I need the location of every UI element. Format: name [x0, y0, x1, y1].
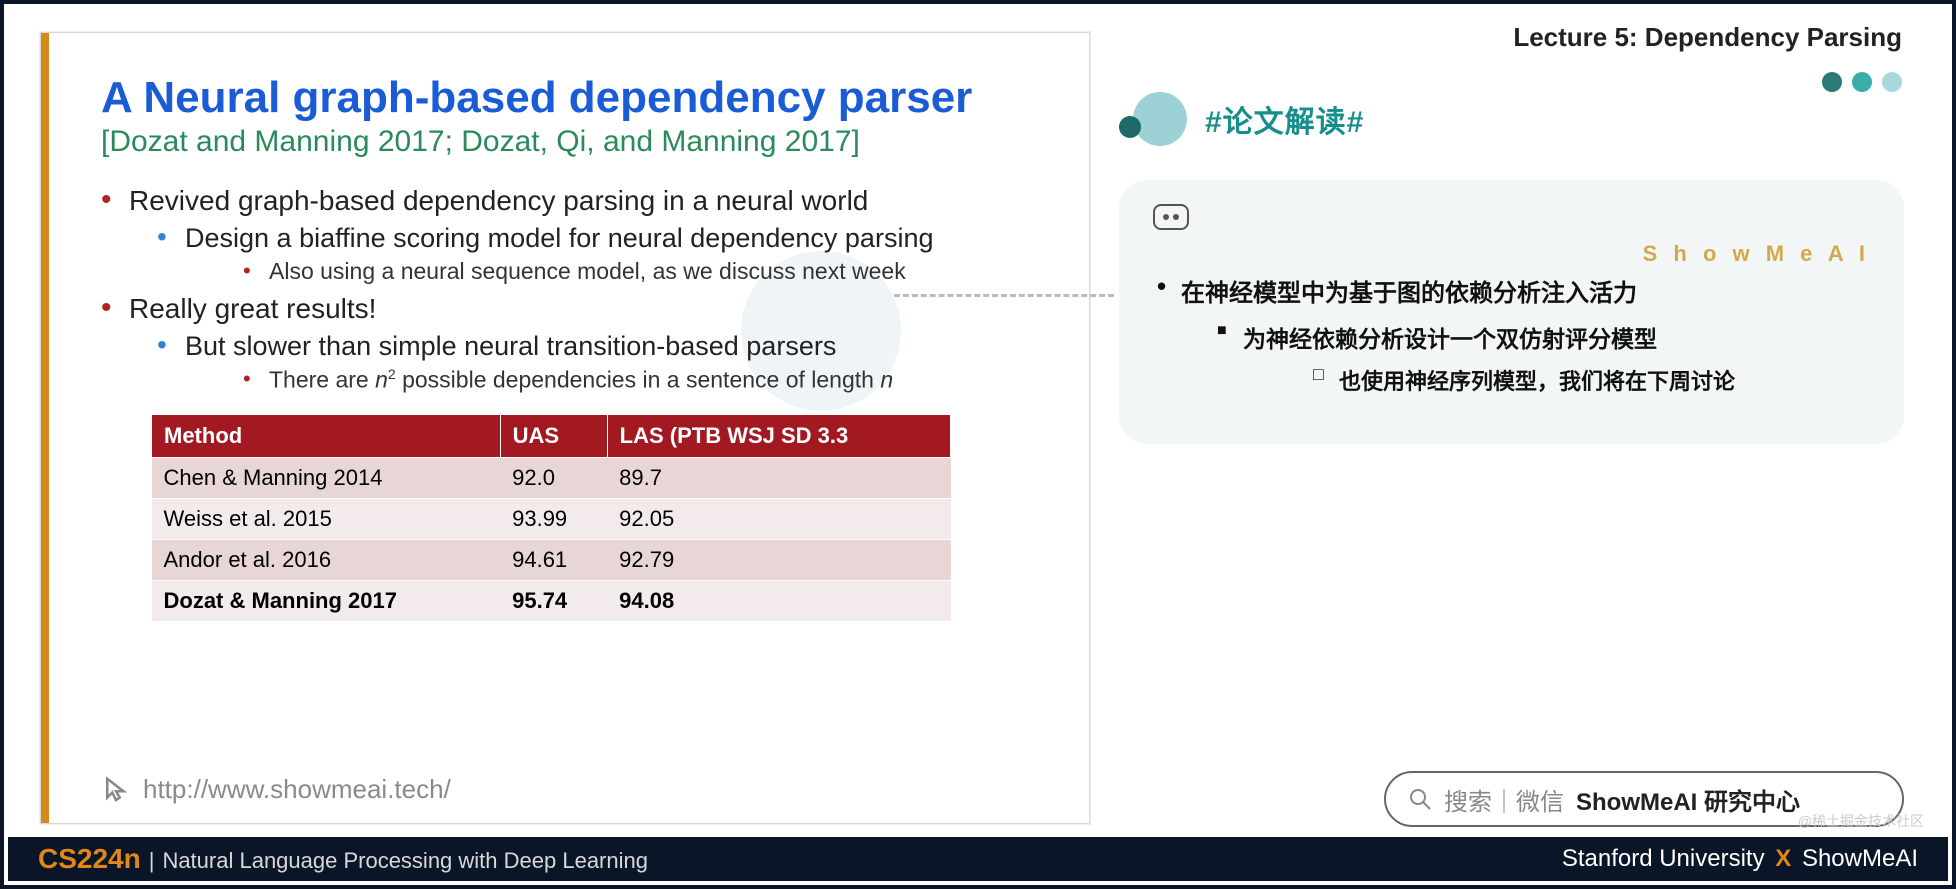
annotation-line: 在神经模型中为基于图的依赖分析注入活力 为神经依赖分析设计一个双仿射评分模型 也… — [1153, 273, 1870, 396]
annotation-header-icon — [1119, 92, 1191, 146]
cell-las: 89.7 — [607, 457, 950, 498]
bullet-text: Design a biaffine scoring model for neur… — [185, 223, 933, 253]
annotation-text: 为神经依赖分析设计一个双仿射评分模型 — [1243, 326, 1657, 352]
cell-las: 94.08 — [607, 580, 950, 621]
table-row: Dozat & Manning 2017 95.74 94.08 — [152, 580, 951, 621]
exponent: 2 — [388, 366, 396, 382]
slide-accent-bar — [41, 33, 49, 823]
footer-bar: CS224n | Natural Language Processing wit… — [8, 837, 1948, 881]
cell-las: 92.79 — [607, 539, 950, 580]
bullet-text: Really great results! — [129, 293, 376, 324]
watermark: @稀土掘金技术社区 — [1798, 811, 1924, 831]
cell-method: Dozat & Manning 2017 — [152, 580, 501, 621]
table-row: Andor et al. 2016 94.61 92.79 — [152, 539, 951, 580]
annotation-text: 也使用神经序列模型，我们将在下周讨论 — [1339, 369, 1735, 394]
var-n-end: n — [880, 367, 893, 393]
var-n: n — [375, 367, 388, 393]
footer-brand: ShowMeAI — [1802, 845, 1918, 872]
cell-uas: 92.0 — [500, 457, 607, 498]
results-table: Method UAS LAS (PTB WSJ SD 3.3 Chen & Ma… — [151, 414, 951, 622]
lecture-label: Lecture 5: Dependency Parsing — [1513, 22, 1902, 53]
table-row: Chen & Manning 2014 92.0 89.7 — [152, 457, 951, 498]
search-icon — [1408, 787, 1432, 811]
slide-title: A Neural graph-based dependency parser — [101, 73, 1029, 123]
bullet-text: Also using a neural sequence model, as w… — [269, 258, 906, 284]
course-sep: | — [149, 848, 155, 874]
cell-method: Weiss et al. 2015 — [152, 498, 501, 539]
bullet-item: There are n2 possible dependencies in a … — [185, 366, 1029, 394]
course-code: CS224n — [38, 843, 141, 875]
search-prefix: 搜索｜微信 — [1444, 782, 1564, 817]
connector-line — [894, 294, 1114, 297]
annotation-line: 也使用神经序列模型，我们将在下周讨论 — [1243, 364, 1870, 396]
bullet-item: But slower than simple neural transition… — [129, 331, 1029, 394]
decorative-dots — [1822, 72, 1902, 92]
table-header: UAS — [500, 414, 607, 457]
slide-footer: http://www.showmeai.tech/ — [101, 774, 451, 805]
cell-uas: 95.74 — [500, 580, 607, 621]
table-header: Method — [152, 414, 501, 457]
annotation-line: 为神经依赖分析设计一个双仿射评分模型 也使用神经序列模型，我们将在下周讨论 — [1181, 320, 1870, 396]
footer-link[interactable]: http://www.showmeai.tech/ — [143, 774, 451, 805]
bullet-item: Design a biaffine scoring model for neur… — [129, 223, 1029, 285]
page-frame: Lecture 5: Dependency Parsing A Neural g… — [0, 0, 1956, 889]
cell-method: Andor et al. 2016 — [152, 539, 501, 580]
search-bold: ShowMeAI 研究中心 — [1576, 782, 1800, 817]
cell-las: 92.05 — [607, 498, 950, 539]
slide-content: A Neural graph-based dependency parser [… — [41, 33, 1089, 622]
annotation-tag: #论文解读# — [1205, 97, 1364, 141]
table-row: Weiss et al. 2015 93.99 92.05 — [152, 498, 951, 539]
slide-card: A Neural graph-based dependency parser [… — [40, 32, 1090, 824]
course-subtitle: Natural Language Processing with Deep Le… — [162, 848, 648, 874]
annotation-box: S h o w M e A I 在神经模型中为基于图的依赖分析注入活力 为神经依… — [1119, 180, 1904, 444]
annotation-text: 在神经模型中为基于图的依赖分析注入活力 — [1181, 280, 1637, 307]
footer-university: Stanford University — [1562, 845, 1765, 872]
bullet-item: Really great results! But slower than si… — [101, 293, 1029, 394]
bullet-item: Revived graph-based dependency parsing i… — [101, 185, 1029, 285]
footer-x: X — [1771, 845, 1795, 872]
annotation-header: #论文解读# — [1119, 92, 1364, 146]
table-header: LAS (PTB WSJ SD 3.3 — [607, 414, 950, 457]
slide-citation: [Dozat and Manning 2017; Dozat, Qi, and … — [101, 125, 1029, 159]
cursor-icon — [101, 775, 131, 805]
cell-uas: 93.99 — [500, 498, 607, 539]
bullet-item: Also using a neural sequence model, as w… — [185, 258, 1029, 285]
cell-method: Chen & Manning 2014 — [152, 457, 501, 498]
bullet-text: Revived graph-based dependency parsing i… — [129, 185, 868, 216]
annotation-brand: S h o w M e A I — [1153, 241, 1870, 267]
robot-icon — [1153, 204, 1189, 230]
bullet-text-prefix: There are — [269, 367, 375, 393]
bullet-text-mid: possible dependencies in a sentence of l… — [396, 367, 881, 393]
bullet-text: But slower than simple neural transition… — [185, 331, 836, 361]
cell-uas: 94.61 — [500, 539, 607, 580]
